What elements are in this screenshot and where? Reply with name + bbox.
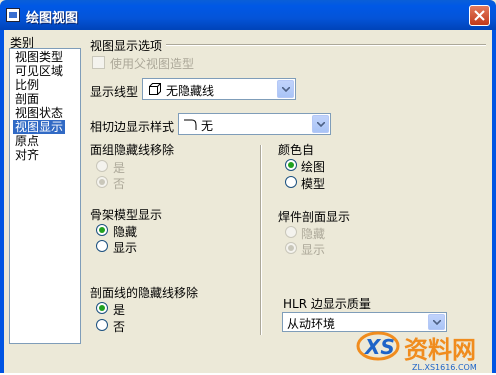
face-group-hidden-line-title: 面组隐藏线移除: [90, 143, 175, 157]
category-item-view-type[interactable]: 视图类型: [13, 50, 65, 64]
skeleton-display-title: 骨架模型显示: [90, 208, 163, 222]
column-divider: [260, 145, 262, 335]
section-hidden-line-title: 剖面线的隐藏线移除: [90, 286, 199, 300]
color-from-title: 颜色自: [278, 143, 315, 157]
category-list[interactable]: 视图类型 可见区域 比例 剖面 视图状态 视图显示 原点 对齐: [9, 48, 81, 344]
category-item-scale[interactable]: 比例: [13, 78, 41, 92]
window-frame-left: [0, 30, 4, 373]
category-item-origin[interactable]: 原点: [13, 134, 41, 148]
category-item-view-display[interactable]: 视图显示: [13, 120, 66, 134]
tangent-edge-dropdown[interactable]: 无: [178, 113, 331, 135]
section-hidden-yes-radio[interactable]: [96, 302, 108, 314]
weld-section-show-label: 显示: [301, 243, 326, 257]
window-frame-right: [492, 30, 496, 373]
display-style-value: 无隐藏线: [166, 84, 215, 98]
category-item-section[interactable]: 剖面: [13, 92, 41, 106]
dialog-window: 绘图视图 类别 视图类型 可见区域 比例 剖面 视图状态 视图显示 原点 对齐 …: [0, 0, 496, 373]
section-hidden-no-label: 否: [113, 320, 126, 334]
close-button[interactable]: [469, 5, 490, 26]
display-style-dropdown[interactable]: 无隐藏线: [142, 78, 296, 100]
close-icon: [474, 10, 485, 21]
watermark: XS 资料网 ZL.XS1616.COM: [354, 324, 494, 372]
watermark-logo: XS 资料网 ZL.XS1616.COM: [356, 331, 477, 372]
no-hidden-line-icon: [149, 83, 161, 95]
section-divider: [166, 44, 486, 46]
weld-section-hide-label: 隐藏: [301, 227, 326, 241]
tangent-edge-value: 无: [201, 119, 214, 133]
svg-text:XS: XS: [363, 335, 395, 359]
color-from-model-radio[interactable]: [285, 176, 297, 188]
skeleton-show-label: 显示: [113, 241, 138, 255]
display-style-dropdown-button[interactable]: [277, 80, 294, 98]
face-group-yes-label: 是: [113, 161, 126, 175]
use-parent-style-label: 使用父视图造型: [110, 57, 195, 71]
skeleton-hide-radio[interactable]: [96, 224, 108, 236]
window-title: 绘图视图: [26, 11, 79, 26]
weld-section-show-radio[interactable]: [285, 242, 297, 254]
hlr-quality-value: 从动环境: [287, 317, 336, 331]
color-from-drawing-label: 绘图: [301, 160, 326, 174]
display-style-label: 显示线型: [90, 85, 139, 99]
hlr-quality-label: HLR 边显示质量: [283, 297, 371, 311]
face-group-no-radio[interactable]: [96, 176, 108, 188]
color-from-drawing-radio[interactable]: [285, 159, 297, 171]
face-group-yes-radio[interactable]: [96, 160, 108, 172]
svg-text:资料网: 资料网: [404, 336, 476, 364]
section-hidden-no-radio[interactable]: [96, 319, 108, 331]
title-bar[interactable]: 绘图视图: [0, 0, 496, 30]
tangent-edge-dropdown-button[interactable]: [312, 115, 329, 133]
chevron-down-icon: [317, 122, 325, 127]
tangent-edge-label: 相切边显示样式: [90, 120, 175, 134]
category-item-visible-area[interactable]: 可见区域: [13, 64, 65, 78]
weld-section-hide-radio[interactable]: [285, 226, 297, 238]
chevron-down-icon: [282, 87, 290, 92]
use-parent-style-checkbox[interactable]: [92, 56, 105, 69]
skeleton-hide-label: 隐藏: [113, 225, 138, 239]
color-from-model-label: 模型: [301, 177, 326, 191]
tangent-edge-icon: [184, 119, 197, 130]
svg-text:ZL.XS1616.COM: ZL.XS1616.COM: [412, 363, 477, 372]
dialog-icon: [6, 8, 20, 22]
section-hidden-yes-label: 是: [113, 303, 126, 317]
skeleton-show-radio[interactable]: [96, 240, 108, 252]
section-title: 视图显示选项: [90, 39, 163, 53]
face-group-no-label: 否: [113, 177, 126, 191]
category-item-alignment[interactable]: 对齐: [13, 148, 41, 162]
category-item-view-state[interactable]: 视图状态: [13, 106, 65, 120]
weld-section-display-title: 焊件剖面显示: [278, 210, 351, 224]
